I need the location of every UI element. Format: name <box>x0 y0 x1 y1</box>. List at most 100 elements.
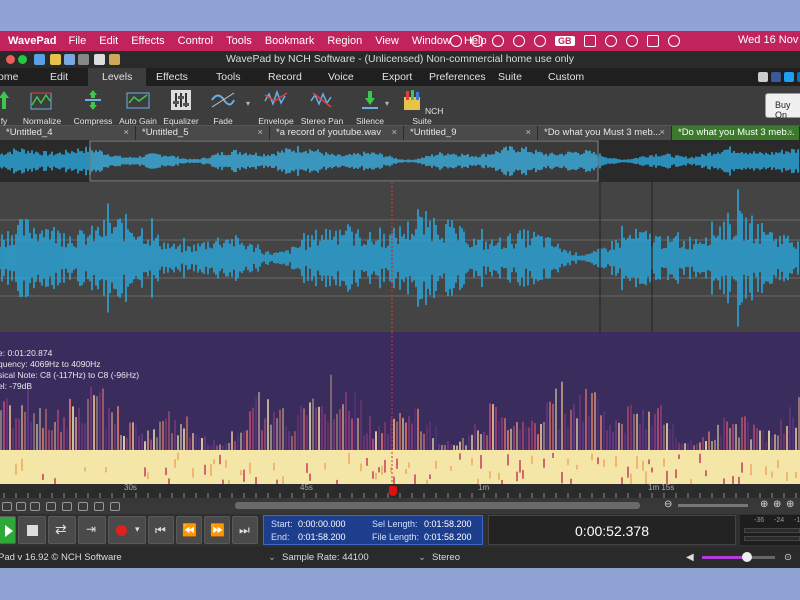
tab-record[interactable]: Record <box>268 71 302 83</box>
menu-edit[interactable]: Edit <box>99 35 118 47</box>
bluetooth-status-icon[interactable] <box>534 35 546 47</box>
record-dropdown-icon[interactable]: ▾ <box>135 524 140 535</box>
auto-gain-button[interactable]: Auto Gain <box>118 89 158 126</box>
horizontal-scrollbar[interactable] <box>235 502 640 509</box>
view-mode-icon[interactable] <box>46 502 56 511</box>
equalizer-button[interactable]: Equalizer <box>162 89 200 126</box>
view-mode-icon[interactable] <box>78 502 88 511</box>
tab-edit[interactable]: Edit <box>50 71 68 83</box>
tab-suite[interactable]: Suite <box>498 71 522 83</box>
app-menu[interactable]: WavePad <box>8 35 57 47</box>
fade-button[interactable]: Fade <box>204 89 242 126</box>
siri-icon[interactable] <box>667 35 680 47</box>
close-tab-icon[interactable]: × <box>525 127 531 138</box>
view-mode-icon[interactable] <box>94 502 104 511</box>
overview-viewport-window[interactable] <box>89 140 599 182</box>
menu-bookmark[interactable]: Bookmark <box>265 35 315 47</box>
fast-forward-button[interactable]: ⏩ <box>204 516 230 544</box>
nch-suite-button[interactable]: NCH Suite <box>400 89 444 126</box>
play-status-icon[interactable] <box>450 35 462 47</box>
file-tab[interactable]: *Do what you Must 3 meb... × <box>538 126 672 140</box>
zoom-slider[interactable] <box>678 504 748 507</box>
tab-custom[interactable]: Custom <box>548 71 584 83</box>
view-mode-icon[interactable] <box>110 502 120 511</box>
tab-preferences[interactable]: Preferences <box>429 71 486 83</box>
close-tab-icon[interactable]: × <box>123 127 129 138</box>
headphones-status-icon[interactable] <box>513 35 525 47</box>
battery-status-icon[interactable] <box>583 35 596 47</box>
channels-selector[interactable]: Stereo <box>432 552 460 563</box>
menu-effects[interactable]: Effects <box>131 35 164 47</box>
view-mode-icon[interactable] <box>62 502 72 511</box>
menu-control[interactable]: Control <box>178 35 213 47</box>
timeline-ruler[interactable]: 30s 45s 1m 1m 15s <box>0 483 800 498</box>
scrub-button[interactable]: ⇥ <box>78 516 106 544</box>
main-waveform[interactable] <box>0 182 800 332</box>
zoom-in-icon[interactable]: ⊕ <box>760 499 768 510</box>
tab-home[interactable]: ome <box>0 71 18 83</box>
volume-slider-thumb[interactable] <box>742 552 752 562</box>
file-tab[interactable]: *Untitled_4 × <box>0 126 136 140</box>
stereo-pan-button[interactable]: Stereo Pan <box>300 89 344 126</box>
tab-export[interactable]: Export <box>382 71 412 83</box>
channels-dropdown-icon[interactable]: ⌄ <box>418 552 426 563</box>
sample-rate-selector[interactable]: Sample Rate: 44100 <box>282 552 369 563</box>
tab-voice[interactable]: Voice <box>328 71 354 83</box>
play-button[interactable] <box>0 516 16 544</box>
buy-online-button[interactable]: Buy On <box>765 93 800 120</box>
normalize-button[interactable]: Normalize <box>20 89 64 126</box>
file-tab-active[interactable]: *Do what you Must 3 meb... × <box>672 126 800 140</box>
menubar-clock[interactable]: Wed 16 Nov 20 <box>738 34 800 46</box>
record-button[interactable]: ▾ <box>108 516 146 544</box>
overview-waveform[interactable] <box>0 140 800 182</box>
file-tab[interactable]: *a record of youtube.wav × <box>270 126 404 140</box>
tab-tools[interactable]: Tools <box>216 71 241 83</box>
close-tab-icon[interactable]: × <box>391 127 397 138</box>
amplify-button[interactable]: fy <box>0 89 12 126</box>
silence-dropdown-arrow-icon[interactable]: ▾ <box>385 99 389 108</box>
rewind-button[interactable]: ⏪ <box>176 516 202 544</box>
loop-button[interactable]: ⇄ <box>48 516 76 544</box>
spectral-view[interactable]: e: 0:01:20.874 quency: 4069Hz to 4090Hz … <box>0 332 800 484</box>
input-source-indicator[interactable]: GB <box>555 36 575 46</box>
end-time-value[interactable]: 0:01:58.200 <box>298 532 346 542</box>
twitter-icon[interactable] <box>784 72 794 82</box>
zoom-full-icon[interactable]: ⊕ <box>786 499 794 510</box>
control-center-icon[interactable] <box>646 35 659 47</box>
silence-button[interactable]: Silence <box>352 89 388 126</box>
compress-button[interactable]: Compress <box>72 89 114 126</box>
view-mode-icon[interactable] <box>2 502 12 511</box>
user-status-icon[interactable] <box>625 35 638 47</box>
menu-tools[interactable]: Tools <box>226 35 252 47</box>
go-to-end-button[interactable]: ⏭ <box>232 516 258 544</box>
menu-file[interactable]: File <box>69 35 87 47</box>
thumbs-up-icon[interactable] <box>758 72 768 82</box>
view-mode-icon[interactable] <box>30 502 40 511</box>
tab-levels[interactable]: Levels <box>88 68 147 86</box>
view-mode-icon[interactable] <box>16 502 26 511</box>
close-tab-icon[interactable]: × <box>659 127 665 138</box>
timer-status-icon[interactable] <box>492 35 504 47</box>
playhead-marker[interactable] <box>389 486 397 496</box>
info-status-icon[interactable] <box>471 35 483 47</box>
close-tab-icon[interactable]: × <box>787 127 793 138</box>
spectral-note-readout: sical Note: C8 (-117Hz) to C8 (-96Hz) <box>0 370 140 380</box>
close-tab-icon[interactable]: × <box>257 127 263 138</box>
file-tab[interactable]: *Untitled_5 × <box>136 126 270 140</box>
start-time-value[interactable]: 0:00:00.000 <box>298 519 346 529</box>
zoom-out-icon[interactable]: ⊖ <box>664 499 672 510</box>
go-to-start-button[interactable]: ⏮ <box>148 516 174 544</box>
sample-rate-dropdown-icon[interactable]: ⌄ <box>268 552 276 563</box>
tab-effects[interactable]: Effects <box>156 71 188 83</box>
menu-window[interactable]: Window <box>412 35 451 47</box>
sel-length-value[interactable]: 0:01:58.200 <box>424 519 472 529</box>
envelope-button[interactable]: Envelope <box>256 89 296 126</box>
wifi-status-icon[interactable] <box>604 35 617 47</box>
fade-dropdown-arrow-icon[interactable]: ▾ <box>246 99 250 108</box>
menu-region[interactable]: Region <box>327 35 362 47</box>
menu-view[interactable]: View <box>375 35 399 47</box>
facebook-icon[interactable] <box>771 72 781 82</box>
zoom-selection-icon[interactable]: ⊕ <box>773 499 781 510</box>
stop-button[interactable] <box>18 516 46 544</box>
file-tab[interactable]: *Untitled_9 × <box>404 126 538 140</box>
